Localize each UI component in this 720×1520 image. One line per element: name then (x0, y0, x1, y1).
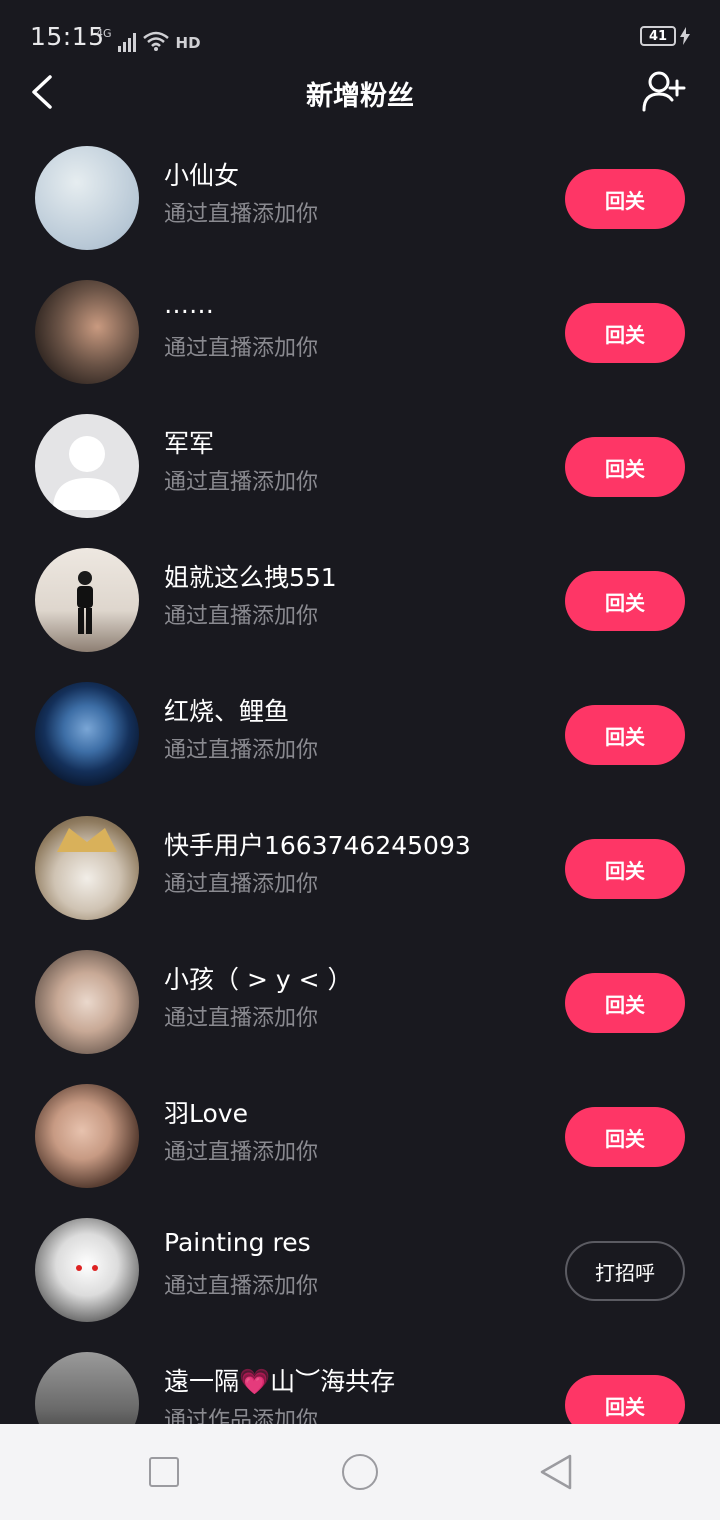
follower-name[interactable]: 军军 (164, 424, 214, 460)
follower-row[interactable]: Painting res 通过直播添加你 打招呼 (0, 1204, 720, 1338)
avatar[interactable] (35, 816, 139, 920)
follower-row[interactable]: 遠一隔💗山︶海共存 通过作品添加你 回关 (0, 1338, 720, 1424)
avatar[interactable] (35, 682, 139, 786)
follower-name[interactable]: 快手用户1663746245093 (164, 826, 471, 862)
avatar[interactable] (35, 1352, 139, 1424)
follower-source: 通过作品添加你 (164, 1408, 319, 1424)
follower-name[interactable]: 小仙女 (164, 156, 239, 192)
follow-back-button[interactable]: 回关 (565, 303, 685, 363)
follower-source: 通过直播添加你 (164, 738, 319, 763)
square-icon[interactable] (149, 1457, 179, 1487)
follower-name[interactable]: 遠一隔💗山︶海共存 (164, 1362, 395, 1398)
follow-back-button[interactable]: 回关 (565, 1375, 685, 1424)
follower-source: 通过直播添加你 (164, 1274, 319, 1299)
avatar[interactable] (35, 950, 139, 1054)
status-icons: 4G HD (96, 22, 201, 52)
follower-row[interactable]: 军军 通过直播添加你 回关 (0, 400, 720, 534)
follower-name[interactable]: 红烧、鲤鱼 (164, 692, 289, 728)
follower-source: 通过直播添加你 (164, 604, 319, 629)
header: 新增粉丝 (0, 62, 720, 122)
follower-row[interactable]: 小孩（ > y < ） 通过直播添加你 回关 (0, 936, 720, 1070)
follower-row[interactable]: 羽Love 通过直播添加你 回关 (0, 1070, 720, 1204)
avatar[interactable] (35, 548, 139, 652)
avatar[interactable] (35, 146, 139, 250)
follower-name[interactable]: Painting res (164, 1228, 311, 1257)
follow-back-button[interactable]: 回关 (565, 571, 685, 631)
status-time: 15:15 (30, 22, 105, 51)
follower-name[interactable]: 小孩（ > y < ） (164, 960, 352, 996)
battery-indicator: 41 (640, 26, 690, 46)
follower-name[interactable]: 羽Love (164, 1094, 248, 1130)
follower-row[interactable]: …… 通过直播添加你 回关 (0, 266, 720, 400)
follower-row[interactable]: 红烧、鲤鱼 通过直播添加你 回关 (0, 668, 720, 802)
avatar[interactable] (35, 1218, 139, 1322)
avatar[interactable] (35, 280, 139, 384)
circle-icon[interactable] (342, 1454, 378, 1490)
follower-source: 通过直播添加你 (164, 202, 319, 227)
page-title: 新增粉丝 (306, 81, 414, 112)
follow-back-button[interactable]: 回关 (565, 169, 685, 229)
hd-label: HD (175, 34, 201, 52)
follower-source: 通过直播添加你 (164, 470, 319, 495)
signal-icon (117, 32, 136, 52)
triangle-back-icon[interactable] (538, 1452, 574, 1492)
network-type: 4G (96, 27, 112, 40)
follower-name[interactable]: …… (164, 290, 214, 319)
follower-source: 通过直播添加你 (164, 1006, 319, 1031)
greet-button[interactable]: 打招呼 (565, 1241, 685, 1301)
follow-back-button[interactable]: 回关 (565, 437, 685, 497)
follower-name[interactable]: 姐就这么拽551 (164, 558, 337, 594)
follow-back-button[interactable]: 回关 (565, 1107, 685, 1167)
follower-source: 通过直播添加你 (164, 1140, 319, 1165)
follow-back-button[interactable]: 回关 (565, 973, 685, 1033)
follower-source: 通过直播添加你 (164, 336, 319, 361)
wifi-icon (142, 31, 169, 51)
follow-back-button[interactable]: 回关 (565, 705, 685, 765)
battery-level: 41 (640, 26, 676, 46)
add-user-icon[interactable] (642, 70, 686, 112)
follower-row[interactable]: 快手用户1663746245093 通过直播添加你 回关 (0, 802, 720, 936)
follower-source: 通过直播添加你 (164, 872, 319, 897)
avatar[interactable] (35, 1084, 139, 1188)
follower-row[interactable]: 姐就这么拽551 通过直播添加你 回关 (0, 534, 720, 668)
default-avatar-icon[interactable] (35, 414, 139, 518)
system-nav-bar (0, 1424, 720, 1520)
follow-back-button[interactable]: 回关 (565, 839, 685, 899)
charging-icon (680, 27, 690, 45)
follower-list[interactable]: 小仙女 通过直播添加你 回关 …… 通过直播添加你 回关 军军 通过直播添加你 … (0, 132, 720, 1424)
follower-row[interactable]: 小仙女 通过直播添加你 回关 (0, 132, 720, 266)
